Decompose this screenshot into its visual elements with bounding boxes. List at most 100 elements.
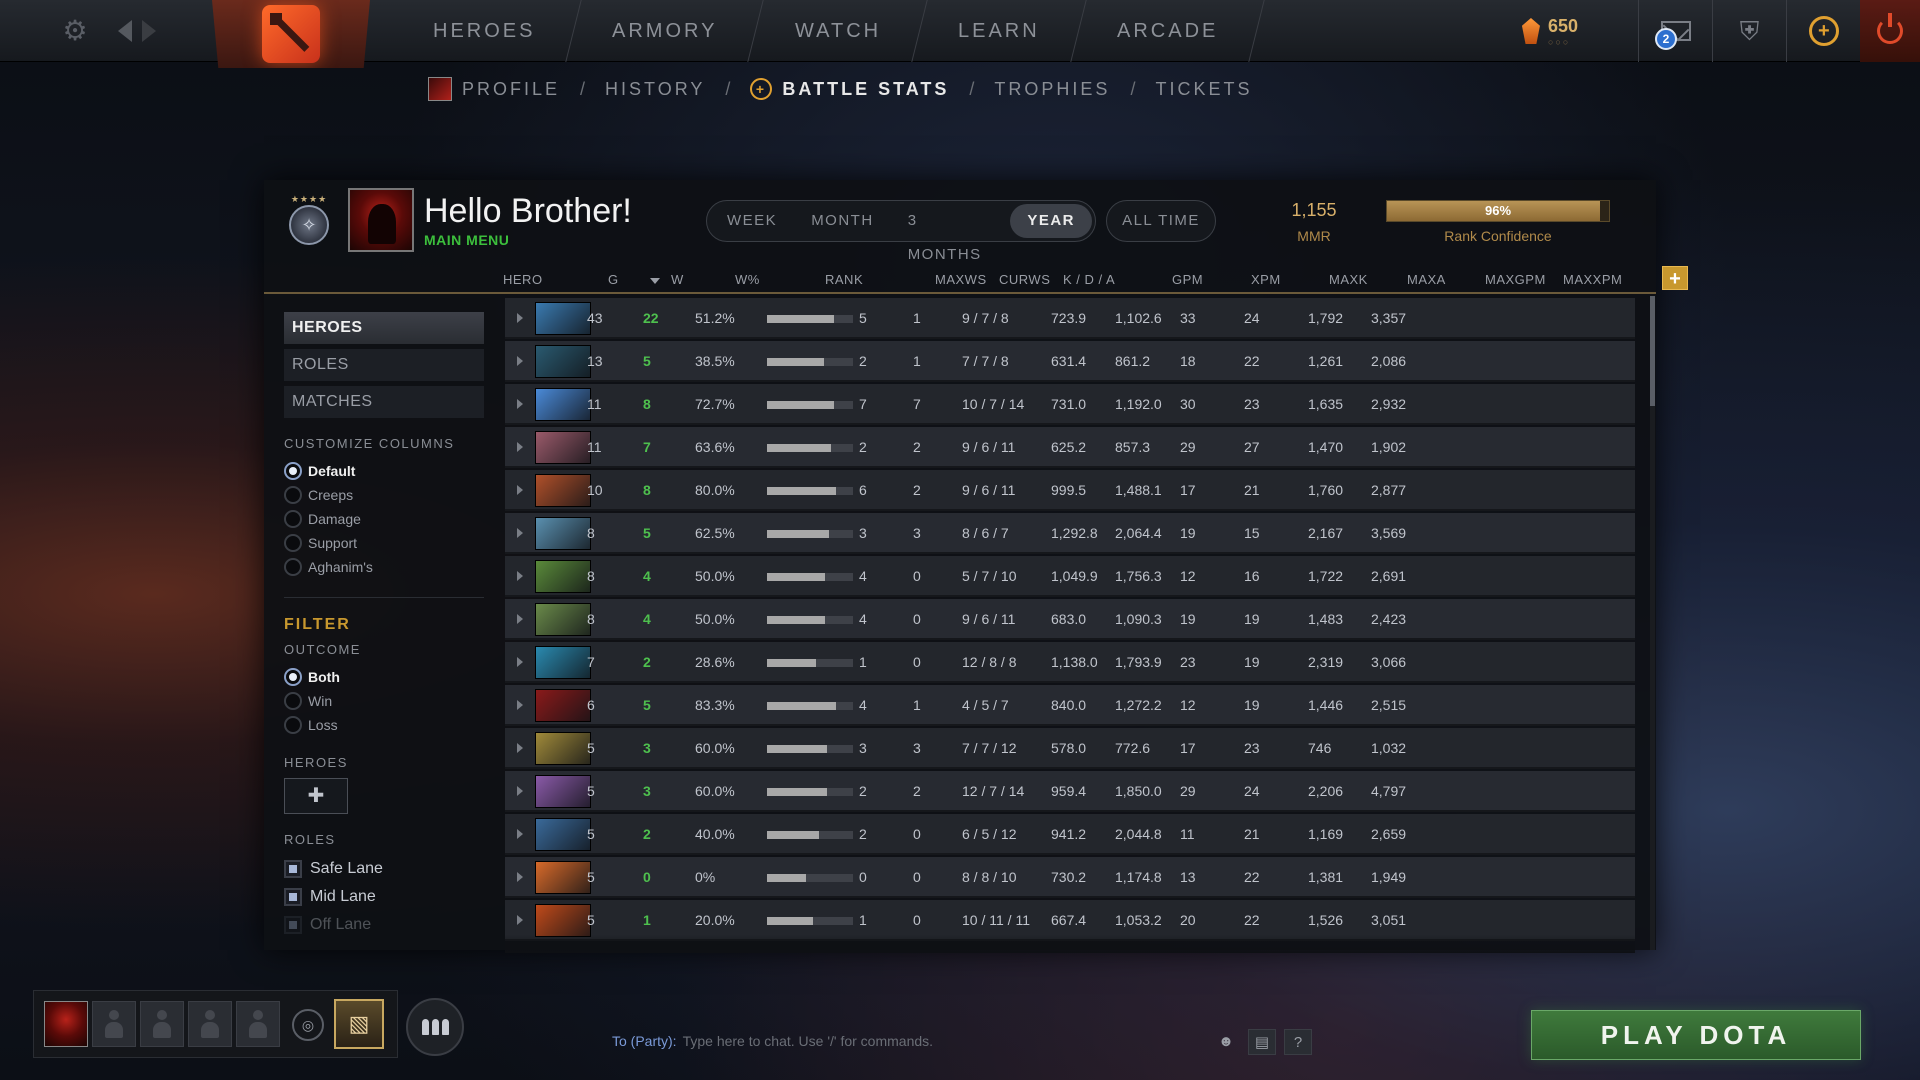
expand-arrow-icon[interactable] (517, 399, 523, 409)
radio-button[interactable] (284, 462, 302, 480)
period-3-months[interactable]: 3 MONTHS (891, 204, 1011, 263)
dota-plus-button[interactable]: + (1786, 0, 1860, 62)
table-scrollbar[interactable] (1650, 296, 1655, 950)
radio-button[interactable] (284, 558, 302, 576)
party-slot-empty[interactable] (188, 1001, 232, 1047)
role-filter-off-lane[interactable]: Off Lane (284, 911, 504, 939)
col-rank[interactable]: RANK (825, 272, 863, 287)
hero-portrait[interactable] (535, 388, 591, 421)
table-row[interactable]: 5 3 60.0% 2 2 12 / 7 / 14 959.4 1,850.0 29 24 2,20… (505, 771, 1635, 812)
hero-portrait[interactable] (535, 861, 591, 894)
forward-arrow-icon[interactable] (142, 19, 156, 42)
expand-arrow-icon[interactable] (517, 872, 523, 882)
period-month[interactable]: MONTH (794, 204, 891, 238)
expand-arrow-icon[interactable] (517, 786, 523, 796)
expand-arrow-icon[interactable] (517, 700, 523, 710)
table-row[interactable]: 43 22 51.2% 5 1 9 / 7 / 8 723.9 1,102.6 33 24 1,79… (505, 298, 1635, 339)
role-filter-safe-lane[interactable]: Safe Lane (284, 855, 504, 883)
radio-button[interactable] (284, 486, 302, 504)
col-xpm[interactable]: XPM (1251, 272, 1281, 287)
col-kda[interactable]: K / D / A (1063, 272, 1115, 287)
radio-button[interactable] (284, 668, 302, 686)
expand-arrow-icon[interactable] (517, 442, 523, 452)
sidebar-tab-heroes[interactable]: HEROES (284, 312, 484, 344)
add-column-button[interactable]: + (1662, 266, 1688, 290)
hero-portrait[interactable] (535, 732, 591, 765)
help-button[interactable]: ? (1284, 1029, 1312, 1055)
radio-button[interactable] (284, 692, 302, 710)
back-arrow-icon[interactable] (118, 19, 132, 42)
mail-button[interactable]: 2 (1638, 0, 1712, 62)
column-preset-aghanim-s[interactable]: Aghanim's (284, 555, 504, 579)
col-max-kills[interactable]: MAXK (1329, 272, 1368, 287)
table-row[interactable]: 5 3 60.0% 3 3 7 / 7 / 12 578.0 772.6 17 23 746 1,03… (505, 728, 1635, 769)
nav-armory[interactable]: ARMORY (566, 0, 765, 62)
outcome-win[interactable]: Win (284, 689, 504, 713)
subnav-history[interactable]: HISTORY (605, 79, 705, 100)
sidebar-tab-roles[interactable]: ROLES (284, 349, 484, 381)
table-row[interactable]: 5 2 40.0% 2 0 6 / 5 / 12 941.2 2,044.8 11 21 1,169… (505, 814, 1635, 855)
ranked-toggle-button[interactable]: ▧ (334, 999, 384, 1049)
dota-logo-button[interactable] (212, 0, 370, 68)
hero-portrait[interactable] (535, 517, 591, 550)
role-filter-mid-lane[interactable]: Mid Lane (284, 883, 504, 911)
col-max-assists[interactable]: MAXA (1407, 272, 1446, 287)
radio-button[interactable] (284, 534, 302, 552)
hero-portrait[interactable] (535, 904, 591, 937)
table-row[interactable]: 8 4 50.0% 4 0 9 / 6 / 11 683.0 1,090.3 19 19 1,483… (505, 599, 1635, 640)
add-hero-filter-button[interactable]: ✚ (284, 778, 348, 814)
period-all-time[interactable]: ALL TIME (1106, 200, 1216, 242)
hero-portrait[interactable] (535, 646, 591, 679)
col-max-gpm[interactable]: MAXGPM (1485, 272, 1546, 287)
armory-button[interactable]: ⛨ (1712, 0, 1786, 62)
column-preset-support[interactable]: Support (284, 531, 504, 555)
col-wins[interactable]: W (671, 272, 684, 287)
subnav-battle-stats[interactable]: + BATTLE STATS (750, 78, 949, 100)
outcome-both[interactable]: Both (284, 665, 504, 689)
hero-portrait[interactable] (535, 302, 591, 335)
expand-arrow-icon[interactable] (517, 571, 523, 581)
hero-portrait[interactable] (535, 431, 591, 464)
column-preset-default[interactable]: Default (284, 459, 504, 483)
table-row[interactable]: 13 5 38.5% 2 1 7 / 7 / 8 631.4 861.2 18 22 1,261 2,… (505, 341, 1635, 382)
subnav-tickets[interactable]: TICKETS (1155, 79, 1252, 100)
col-games[interactable]: G (608, 272, 619, 287)
party-slot-empty[interactable] (92, 1001, 136, 1047)
table-row[interactable]: 8 5 62.5% 3 3 8 / 6 / 7 1,292.8 2,064.4 19 15 2,16… (505, 513, 1635, 554)
social-button[interactable] (406, 998, 464, 1056)
nav-heroes[interactable]: HEROES (387, 0, 583, 62)
radio-button[interactable] (284, 716, 302, 734)
column-preset-damage[interactable]: Damage (284, 507, 504, 531)
table-row[interactable]: 5 0 0% 0 0 8 / 8 / 10 730.2 1,174.8 13 22 1,381 1,9… (505, 857, 1635, 898)
outcome-loss[interactable]: Loss (284, 713, 504, 737)
expand-arrow-icon[interactable] (517, 614, 523, 624)
hero-portrait[interactable] (535, 474, 591, 507)
hero-portrait[interactable] (535, 818, 591, 851)
col-gpm[interactable]: GPM (1172, 272, 1203, 287)
play-dota-button[interactable]: PLAY DOTA (1531, 1010, 1861, 1060)
expand-arrow-icon[interactable] (517, 829, 523, 839)
table-row[interactable]: 11 8 72.7% 7 7 10 / 7 / 14 731.0 1,192.0 30 23 1,6… (505, 384, 1635, 425)
radio-button[interactable] (284, 510, 302, 528)
checkbox[interactable] (284, 860, 302, 878)
expand-arrow-icon[interactable] (517, 313, 523, 323)
party-slot-self[interactable] (44, 1001, 88, 1047)
col-current-win-streak[interactable]: CURWS (999, 272, 1050, 287)
column-preset-creeps[interactable]: Creeps (284, 483, 504, 507)
hero-portrait[interactable] (535, 775, 591, 808)
expand-arrow-icon[interactable] (517, 356, 523, 366)
expand-arrow-icon[interactable] (517, 915, 523, 925)
subnav-profile[interactable]: PROFILE (428, 77, 560, 101)
sidebar-tab-matches[interactable]: MATCHES (284, 386, 484, 418)
checkbox[interactable] (284, 888, 302, 906)
expand-arrow-icon[interactable] (517, 528, 523, 538)
table-row[interactable]: 7 2 28.6% 1 0 12 / 8 / 8 1,138.0 1,793.9 23 19 2,3… (505, 642, 1635, 683)
chat-input[interactable]: To (Party): Type here to chat. Use '/' f… (612, 1026, 1302, 1056)
hero-portrait[interactable] (535, 603, 591, 636)
hero-portrait[interactable] (535, 689, 591, 722)
checkbox[interactable] (284, 916, 302, 934)
hero-portrait[interactable] (535, 560, 591, 593)
table-row[interactable]: 10 8 80.0% 6 2 9 / 6 / 11 999.5 1,488.1 17 21 1,76… (505, 470, 1635, 511)
gear-icon[interactable]: ⚙ (60, 15, 90, 46)
col-max-xpm[interactable]: MAXXPM (1563, 272, 1622, 287)
